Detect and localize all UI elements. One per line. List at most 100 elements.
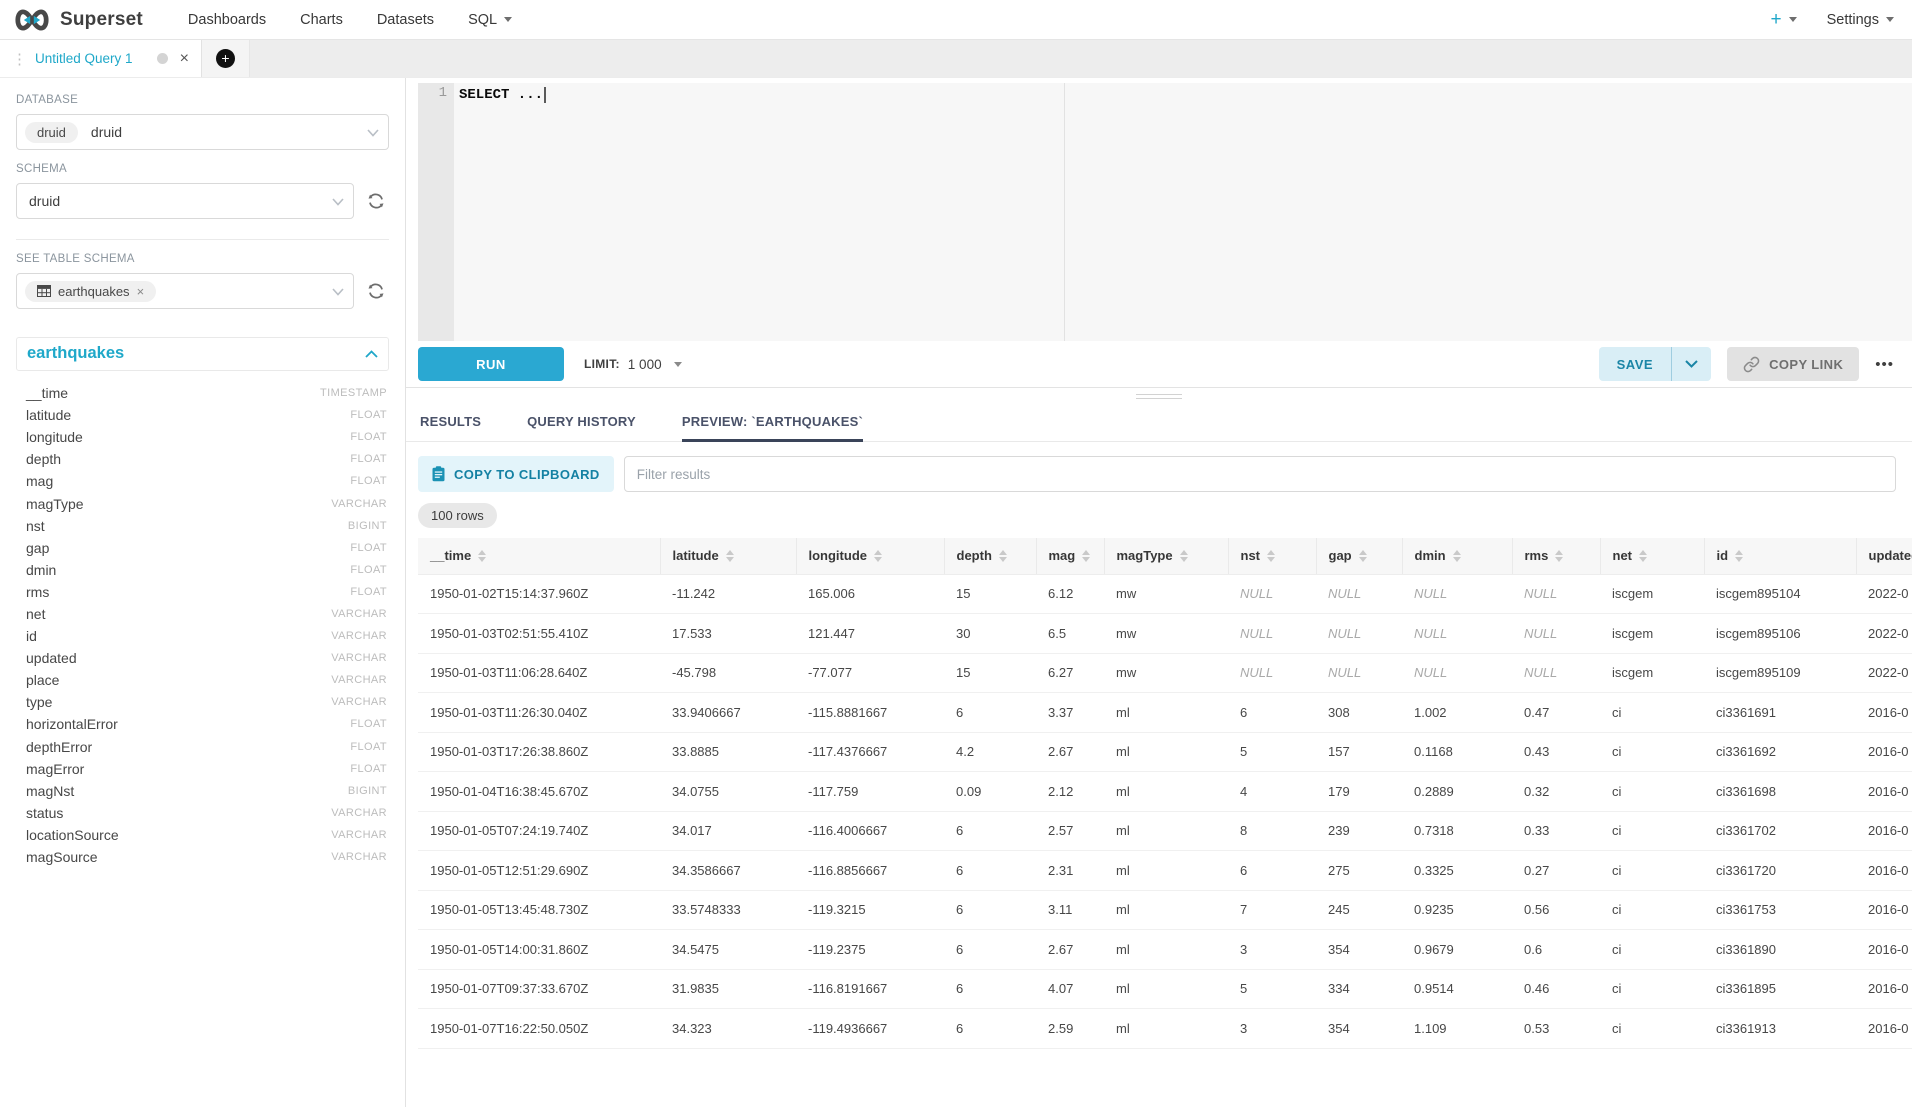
table-row: 1950-01-02T15:14:37.960Z-11.242165.00615… — [418, 574, 1912, 614]
sort-icon[interactable] — [999, 550, 1007, 562]
schema-select[interactable]: druid — [16, 183, 354, 219]
sort-icon[interactable] — [478, 550, 486, 562]
schema-column-row: typeVARCHAR — [16, 691, 389, 713]
copy-link-button[interactable]: COPY LINK — [1727, 347, 1859, 381]
column-header-rms[interactable]: rms — [1512, 538, 1600, 574]
table-cell: 239 — [1316, 811, 1402, 851]
query-tab-active[interactable]: ⋮ Untitled Query 1 × — [0, 40, 202, 77]
table-cell: 3.37 — [1036, 693, 1104, 733]
table-row: 1950-01-05T14:00:31.860Z34.5475-119.2375… — [418, 930, 1912, 970]
schema-column-row: magSourceVARCHAR — [16, 846, 389, 868]
pane-resize-handle[interactable] — [406, 388, 1912, 404]
copy-to-clipboard-button[interactable]: COPY TO CLIPBOARD — [418, 456, 614, 492]
sort-icon[interactable] — [1453, 550, 1461, 562]
table-cell: 1950-01-03T17:26:38.860Z — [418, 732, 660, 772]
table-cell: iscgem895109 — [1704, 653, 1856, 693]
column-header-label: id — [1717, 548, 1729, 563]
column-header-net[interactable]: net — [1600, 538, 1704, 574]
nav-item-dashboards[interactable]: Dashboards — [171, 12, 283, 28]
more-options-icon[interactable]: ••• — [1875, 356, 1894, 373]
database-select[interactable]: druid druid — [16, 114, 389, 150]
column-header-latitude[interactable]: latitude — [660, 538, 796, 574]
schema-column-type: VARCHAR — [331, 807, 387, 819]
schema-column-row: longitudeFLOAT — [16, 426, 389, 448]
table-cell: 5 — [1228, 732, 1316, 772]
column-header-nst[interactable]: nst — [1228, 538, 1316, 574]
sort-icon[interactable] — [1082, 550, 1090, 562]
tab-query-history[interactable]: QUERY HISTORY — [527, 414, 636, 441]
limit-dropdown[interactable]: LIMIT: 1 000 — [584, 357, 682, 372]
refresh-schemas-button[interactable] — [365, 189, 389, 213]
chevron-down-icon — [332, 288, 344, 296]
nav-item-label: Charts — [300, 12, 343, 28]
sort-icon[interactable] — [1639, 550, 1647, 562]
table-name: earthquakes — [27, 344, 124, 363]
sort-icon[interactable] — [1267, 550, 1275, 562]
chevron-down-icon — [674, 362, 682, 367]
filter-results-input[interactable] — [624, 456, 1896, 492]
superset-logo[interactable]: Superset — [12, 7, 143, 33]
schema-column-type: FLOAT — [350, 763, 387, 775]
table-cell: ci3361702 — [1704, 811, 1856, 851]
table-schema-header[interactable]: earthquakes — [16, 337, 389, 371]
table-cell: 33.5748333 — [660, 890, 796, 930]
sort-icon[interactable] — [1359, 550, 1367, 562]
table-schema-select[interactable]: earthquakes × — [16, 273, 354, 309]
refresh-tables-button[interactable] — [365, 279, 389, 303]
run-button[interactable]: RUN — [418, 347, 564, 381]
schema-column-row: depthErrorFLOAT — [16, 736, 389, 758]
column-header-label: depth — [957, 548, 992, 563]
tab-results[interactable]: RESULTS — [420, 414, 481, 441]
editor-code-area[interactable]: SELECT ... — [454, 83, 1912, 341]
save-split-button[interactable]: SAVE — [1599, 347, 1711, 381]
nav-item-sql[interactable]: SQL — [451, 12, 529, 28]
table-cell: 2022-0 — [1856, 574, 1912, 614]
table-cell: 0.47 — [1512, 693, 1600, 733]
column-header-dmin[interactable]: dmin — [1402, 538, 1512, 574]
sql-editor[interactable]: 1 SELECT ... — [418, 83, 1912, 341]
column-header-mag[interactable]: mag — [1036, 538, 1104, 574]
nav-item-datasets[interactable]: Datasets — [360, 12, 451, 28]
table-cell: ml — [1104, 930, 1228, 970]
column-header-time[interactable]: __time — [418, 538, 660, 574]
sort-icon[interactable] — [726, 550, 734, 562]
new-tab-button[interactable]: + — [202, 40, 250, 77]
schema-column-row: depthFLOAT — [16, 448, 389, 470]
text-cursor — [544, 87, 546, 103]
column-header-longitude[interactable]: longitude — [796, 538, 944, 574]
column-header-depth[interactable]: depth — [944, 538, 1036, 574]
nav-settings-menu[interactable]: Settings — [1827, 12, 1894, 28]
save-dropdown-toggle[interactable] — [1672, 347, 1711, 381]
main-pane: 1 SELECT ... RUN LIMIT: 1 000 SAVE — [406, 78, 1912, 1107]
drag-handle-icon[interactable]: ⋮ — [12, 50, 26, 68]
table-cell: ci — [1600, 890, 1704, 930]
column-header-updated[interactable]: updated — [1856, 538, 1912, 574]
nav-plus-button[interactable]: + — [1770, 10, 1796, 29]
tab-preview-earthquakes[interactable]: PREVIEW: `EARTHQUAKES` — [682, 414, 863, 441]
sort-icon[interactable] — [874, 550, 882, 562]
schema-column-type: FLOAT — [350, 453, 387, 465]
schema-column-row: statusVARCHAR — [16, 802, 389, 824]
table-cell: 4 — [1228, 772, 1316, 812]
table-cell: 0.53 — [1512, 1009, 1600, 1049]
table-cell: 0.3325 — [1402, 851, 1512, 891]
column-header-id[interactable]: id — [1704, 538, 1856, 574]
sort-icon[interactable] — [1735, 550, 1743, 562]
table-cell: -119.3215 — [796, 890, 944, 930]
nav-item-charts[interactable]: Charts — [283, 12, 360, 28]
results-controls: COPY TO CLIPBOARD — [406, 442, 1912, 492]
chevron-up-icon[interactable] — [365, 350, 378, 358]
table-cell: 0.33 — [1512, 811, 1600, 851]
remove-table-icon[interactable]: × — [137, 284, 145, 299]
sort-icon[interactable] — [1555, 550, 1563, 562]
close-tab-icon[interactable]: × — [180, 51, 189, 67]
sort-icon[interactable] — [1180, 550, 1188, 562]
nav-menu: Dashboards Charts DatasetsSQL — [171, 12, 529, 28]
save-button[interactable]: SAVE — [1599, 347, 1671, 381]
table-cell: 6 — [1228, 693, 1316, 733]
table-cell: 334 — [1316, 969, 1402, 1009]
table-cell: -117.759 — [796, 772, 944, 812]
column-header-magtype[interactable]: magType — [1104, 538, 1228, 574]
column-header-gap[interactable]: gap — [1316, 538, 1402, 574]
table-cell: NULL — [1316, 574, 1402, 614]
